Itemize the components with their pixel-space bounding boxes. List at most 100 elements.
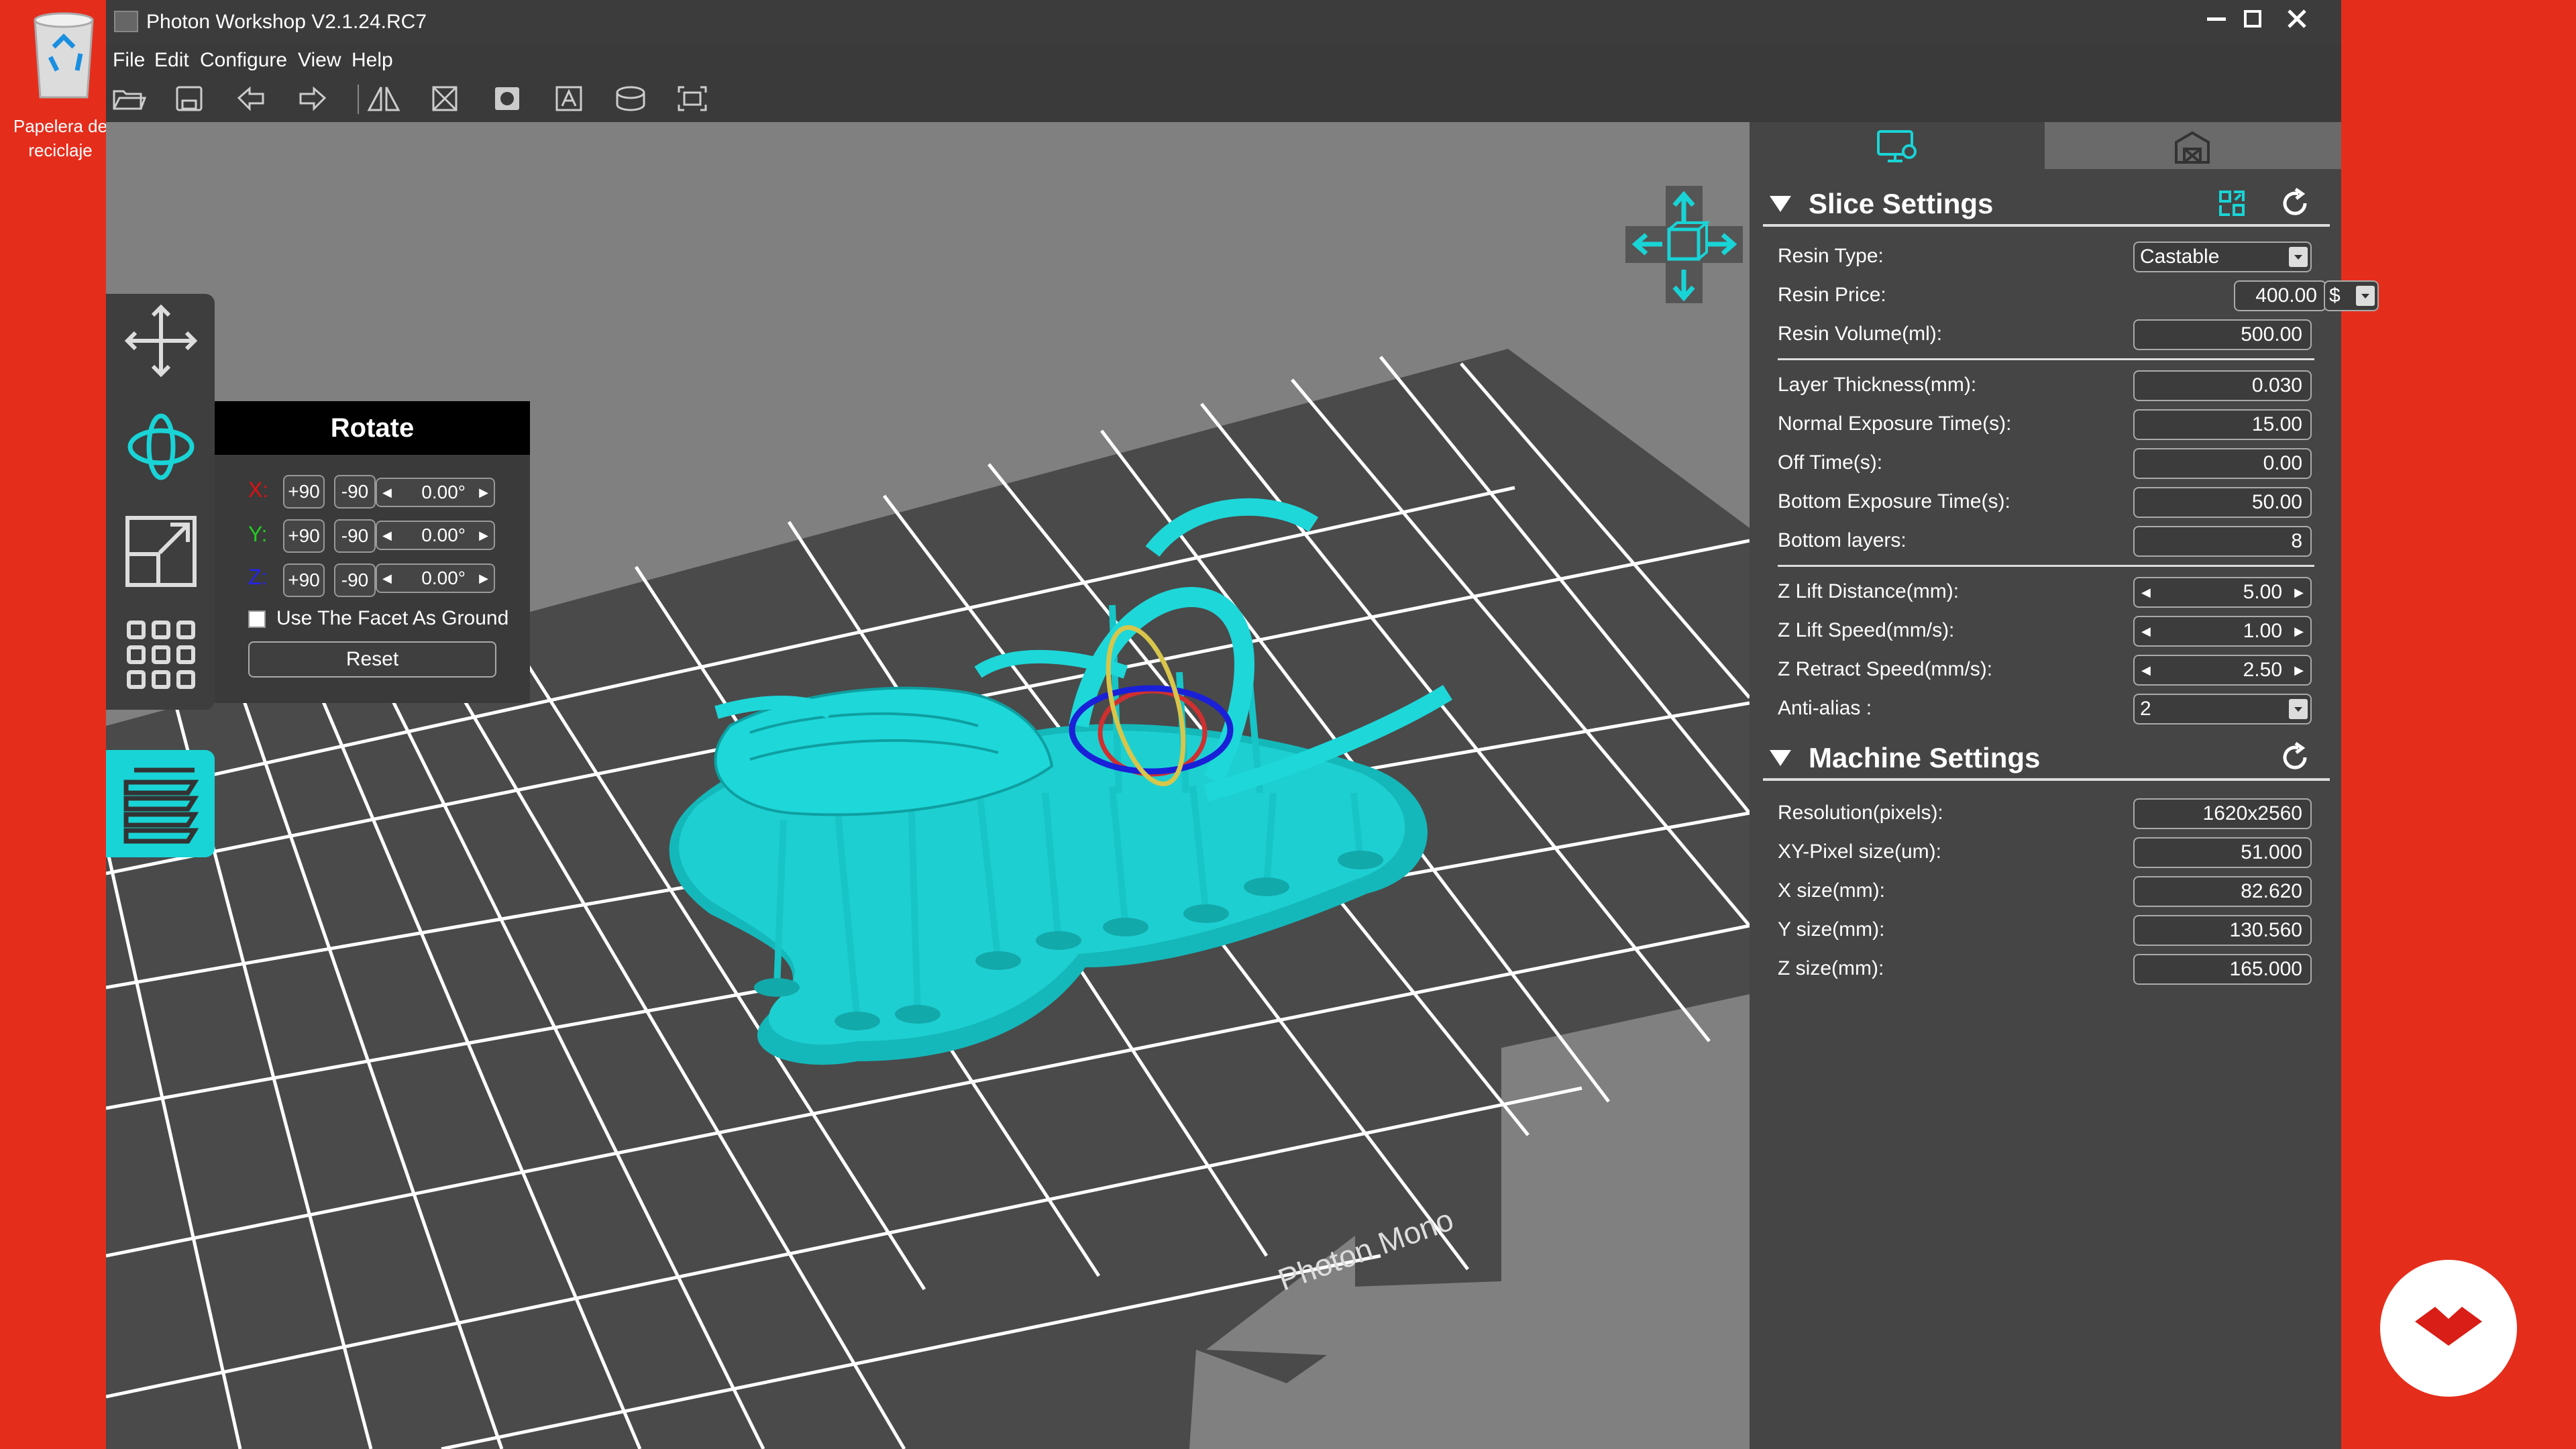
text-button[interactable] bbox=[551, 83, 586, 114]
machine-settings-header[interactable]: Machine Settings bbox=[1763, 735, 2330, 781]
increment-arrow-icon[interactable]: ▶ bbox=[479, 522, 488, 549]
resolution-label: Resolution(pixels): bbox=[1778, 802, 1943, 824]
x-size-field[interactable]: 82.620 bbox=[2133, 876, 2312, 907]
tab-slice-settings[interactable] bbox=[1750, 122, 2045, 169]
off-time-input[interactable]: 0.00 bbox=[2133, 448, 2312, 479]
resin-price-input[interactable]: 400.00 bbox=[2234, 280, 2326, 311]
menu-edit[interactable]: Edit bbox=[154, 48, 189, 72]
save-button[interactable] bbox=[172, 83, 207, 114]
menu-help[interactable]: Help bbox=[352, 48, 393, 72]
redo-icon bbox=[299, 86, 327, 111]
x-rotation-input[interactable]: ◀ 0.00° ▶ bbox=[376, 478, 495, 507]
minimize-button[interactable] bbox=[2196, 5, 2237, 39]
menu-view[interactable]: View bbox=[298, 48, 341, 72]
text-icon bbox=[555, 86, 582, 111]
punch-hole-button[interactable] bbox=[490, 83, 525, 114]
open-button[interactable] bbox=[111, 83, 147, 114]
scale-tool[interactable] bbox=[119, 510, 203, 593]
rotate-tool[interactable] bbox=[119, 405, 203, 488]
recycle-bin-label: Papelera de reciclaje bbox=[13, 116, 108, 160]
hollow-icon bbox=[432, 86, 458, 111]
scale-icon bbox=[125, 516, 197, 587]
refresh-icon[interactable] bbox=[2278, 741, 2312, 774]
currency-select[interactable]: $ bbox=[2324, 280, 2379, 311]
refresh-icon[interactable] bbox=[2278, 186, 2312, 220]
z-size-field[interactable]: 165.000 bbox=[2133, 954, 2312, 985]
window-title: Photon Workshop V2.1.24.RC7 bbox=[146, 11, 427, 33]
z-lift-distance-input[interactable]: ◀ 5.00 ▶ bbox=[2133, 577, 2312, 608]
increment-arrow-icon[interactable]: ▶ bbox=[479, 565, 488, 592]
decrement-arrow-icon[interactable]: ◀ bbox=[382, 479, 392, 506]
y-size-label: Y size(mm): bbox=[1778, 918, 1885, 941]
close-button[interactable] bbox=[2277, 5, 2317, 39]
settings-tabs bbox=[1750, 122, 2341, 169]
increment-arrow-icon[interactable]: ▶ bbox=[2294, 656, 2304, 684]
facet-ground-checkbox[interactable] bbox=[248, 610, 266, 628]
resin-type-select[interactable]: Castable bbox=[2133, 241, 2312, 272]
move-tool[interactable] bbox=[119, 299, 203, 382]
z-minus-90-button[interactable]: -90 bbox=[334, 564, 376, 597]
menu-file[interactable]: File bbox=[113, 48, 145, 72]
increment-arrow-icon[interactable]: ▶ bbox=[2294, 617, 2304, 645]
recycle-bin[interactable]: Papelera de reciclaje bbox=[0, 0, 107, 174]
divider bbox=[1778, 358, 2314, 360]
z-retract-speed-input[interactable]: ◀ 2.50 ▶ bbox=[2133, 655, 2312, 686]
dropdown-arrow-icon[interactable] bbox=[2356, 286, 2375, 306]
layers-icon bbox=[123, 767, 199, 844]
decrement-arrow-icon[interactable]: ◀ bbox=[2141, 656, 2151, 684]
decrement-arrow-icon[interactable]: ◀ bbox=[2141, 617, 2151, 645]
collapse-triangle-icon[interactable] bbox=[1770, 750, 1791, 766]
resin-price-label: Resin Price: bbox=[1778, 284, 1886, 306]
layer-thickness-label: Layer Thickness(mm): bbox=[1778, 374, 1977, 396]
logo-icon bbox=[2415, 1307, 2482, 1346]
x-plus-90-button[interactable]: +90 bbox=[283, 475, 325, 508]
screenshot-button[interactable] bbox=[675, 83, 710, 114]
y-minus-90-button[interactable]: -90 bbox=[334, 519, 376, 553]
app-icon bbox=[114, 11, 138, 32]
import-settings-icon[interactable] bbox=[2216, 188, 2247, 219]
slice-settings-header[interactable]: Slice Settings bbox=[1763, 181, 2330, 227]
resolution-field[interactable]: 1620x2560 bbox=[2133, 798, 2312, 829]
resin-volume-input[interactable]: 500.00 bbox=[2133, 319, 2312, 350]
arrange-tool[interactable] bbox=[119, 613, 203, 696]
z-lift-speed-input[interactable]: ◀ 1.00 ▶ bbox=[2133, 616, 2312, 647]
save-icon bbox=[176, 86, 203, 111]
reset-button[interactable]: Reset bbox=[248, 641, 496, 678]
title-bar: Photon Workshop V2.1.24.RC7 bbox=[106, 0, 2341, 44]
increment-arrow-icon[interactable]: ▶ bbox=[479, 479, 488, 506]
tab-machine[interactable] bbox=[2045, 122, 2341, 169]
bottom-layers-input[interactable]: 8 bbox=[2133, 526, 2312, 557]
maximize-button[interactable] bbox=[2233, 5, 2273, 39]
xy-pixel-field[interactable]: 51.000 bbox=[2133, 837, 2312, 868]
resin-volume-label: Resin Volume(ml): bbox=[1778, 323, 1943, 345]
mirror-button[interactable] bbox=[366, 83, 401, 114]
decrement-arrow-icon[interactable]: ◀ bbox=[382, 565, 392, 592]
menu-configure[interactable]: Configure bbox=[200, 48, 287, 72]
rotate-icon bbox=[127, 413, 195, 480]
3d-viewport[interactable]: Photon Mono bbox=[106, 122, 1750, 1449]
decrement-arrow-icon[interactable]: ◀ bbox=[2141, 578, 2151, 606]
toolbar bbox=[106, 75, 2341, 122]
redo-button[interactable] bbox=[295, 83, 330, 114]
z-retract-speed-label: Z Retract Speed(mm/s): bbox=[1778, 658, 1993, 680]
y-size-field[interactable]: 130.560 bbox=[2133, 915, 2312, 946]
minimize-icon bbox=[2207, 17, 2226, 21]
increment-arrow-icon[interactable]: ▶ bbox=[2294, 578, 2304, 606]
dropdown-arrow-icon[interactable] bbox=[2289, 699, 2308, 719]
y-rotation-input[interactable]: ◀ 0.00° ▶ bbox=[376, 521, 495, 550]
layer-thickness-input[interactable]: 0.030 bbox=[2133, 370, 2312, 401]
decrement-arrow-icon[interactable]: ◀ bbox=[382, 522, 392, 549]
z-plus-90-button[interactable]: +90 bbox=[283, 564, 325, 597]
normal-exposure-input[interactable]: 15.00 bbox=[2133, 409, 2312, 440]
layers-tool[interactable] bbox=[106, 750, 215, 857]
bottom-exposure-input[interactable]: 50.00 bbox=[2133, 487, 2312, 518]
cylinder-button[interactable] bbox=[613, 83, 648, 114]
collapse-triangle-icon[interactable] bbox=[1770, 196, 1791, 212]
hollow-button[interactable] bbox=[428, 83, 463, 114]
z-rotation-input[interactable]: ◀ 0.00° ▶ bbox=[376, 564, 495, 593]
anti-alias-select[interactable]: 2 bbox=[2133, 694, 2312, 724]
dropdown-arrow-icon[interactable] bbox=[2289, 247, 2308, 267]
undo-button[interactable] bbox=[233, 83, 268, 114]
y-plus-90-button[interactable]: +90 bbox=[283, 519, 325, 553]
x-minus-90-button[interactable]: -90 bbox=[334, 475, 376, 508]
